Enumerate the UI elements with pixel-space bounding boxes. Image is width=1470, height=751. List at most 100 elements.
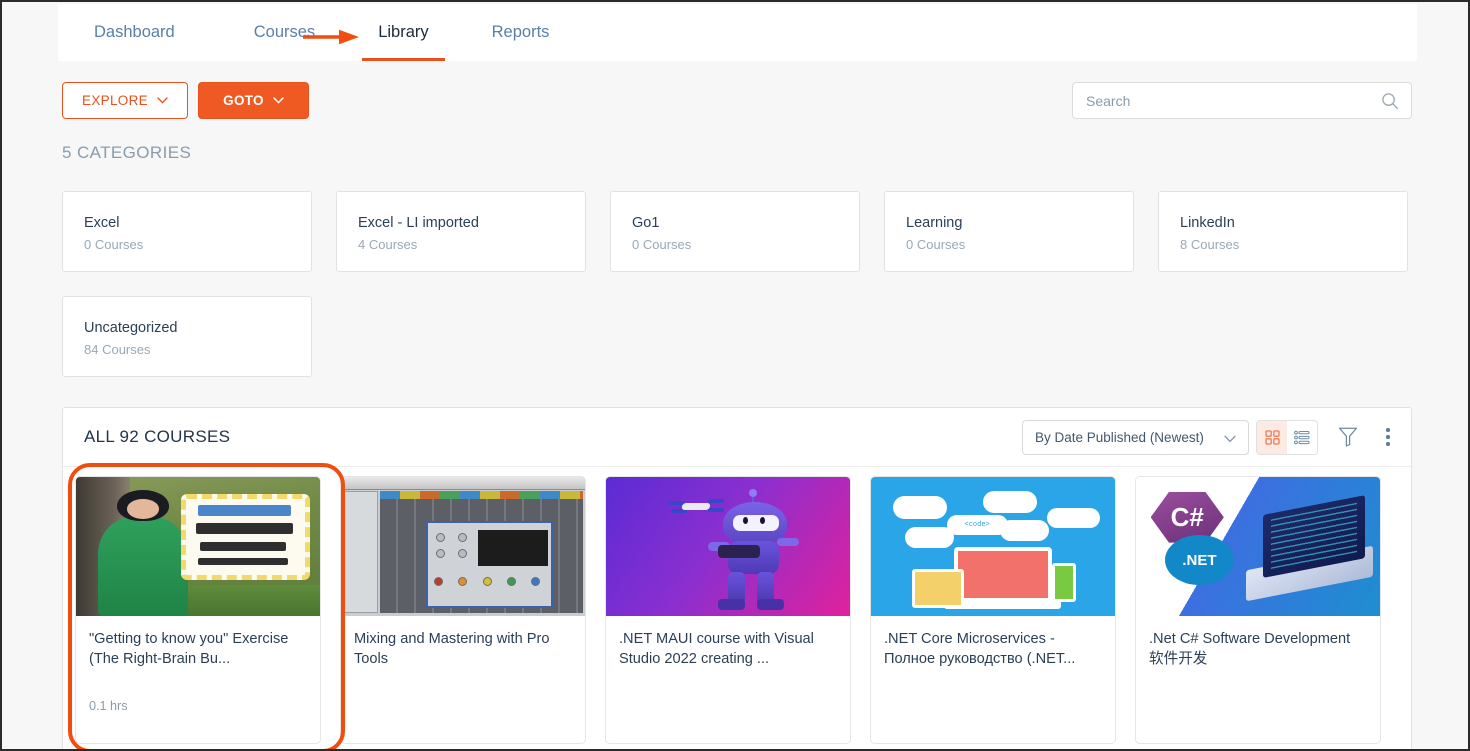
thumb-sign-line — [200, 542, 286, 551]
course-card[interactable]: Mixing and Mastering with Pro Tools — [340, 476, 586, 744]
category-name: LinkedIn — [1180, 215, 1235, 231]
thumb-knob — [458, 532, 468, 542]
courses-panel-header: ALL 92 COURSES By Date Published (Newest… — [63, 408, 1411, 467]
grid-view-icon — [1264, 430, 1280, 445]
category-count: 8 Courses — [1180, 237, 1240, 252]
explore-button[interactable]: EXPLORE — [62, 82, 188, 119]
thumb-color-strip — [380, 490, 583, 500]
library-toolbar: EXPLORE GOTO — [2, 61, 1468, 127]
thumb-robot-arm — [776, 538, 799, 547]
tab-courses[interactable]: Courses — [254, 4, 315, 61]
search-box — [1072, 82, 1412, 119]
course-card[interactable]: .NET MAUI course with Visual Studio 2022… — [605, 476, 851, 744]
thumb-laptop-screen — [953, 546, 1052, 603]
course-title: "Getting to know you" Exercise (The Righ… — [89, 631, 289, 667]
thumb-robot-foot — [718, 599, 746, 611]
category-count: 0 Courses — [84, 237, 144, 252]
thumb-dotnet-logo: .NET — [1165, 535, 1234, 586]
thumb-person-face — [127, 499, 159, 519]
category-card-linkedin[interactable]: LinkedIn 8 Courses — [1158, 191, 1408, 272]
categories-grid: Excel 0 Courses Excel - LI imported 4 Co… — [62, 191, 1412, 377]
course-card-body: .NET Core Microservices - Полное руковод… — [871, 616, 1115, 669]
goto-button-label: GOTO — [223, 93, 264, 108]
course-title: .NET Core Microservices - Полное руковод… — [884, 631, 1076, 667]
course-card-body: .NET MAUI course with Visual Studio 2022… — [606, 616, 850, 669]
thumb-phone — [1051, 563, 1076, 603]
category-count: 4 Courses — [358, 237, 418, 252]
course-card[interactable]: <code> .NET Core Microservices - Полное … — [870, 476, 1116, 744]
thumb-drone-rotor — [670, 509, 687, 514]
filter-funnel-icon[interactable] — [1338, 426, 1358, 447]
thumb-cloud — [892, 496, 947, 519]
chevron-down-icon — [1224, 435, 1236, 443]
course-title: Mixing and Mastering with Pro Tools — [354, 631, 550, 667]
course-duration: 0.1 hrs — [89, 699, 128, 713]
app-root: Dashboard Courses Library Reports EXPLOR… — [0, 0, 1470, 751]
sort-dropdown[interactable]: By Date Published (Newest) — [1022, 420, 1249, 455]
thumb-knob — [433, 577, 443, 587]
thumb-sign-line — [198, 557, 289, 565]
thumb-cloud — [1000, 520, 1050, 541]
kebab-menu-icon[interactable] — [1386, 428, 1390, 446]
top-navigation: Dashboard Courses Library Reports — [58, 4, 1417, 61]
category-name: Excel — [84, 215, 120, 231]
category-card-excel[interactable]: Excel 0 Courses — [62, 191, 312, 272]
list-view-button[interactable] — [1287, 421, 1317, 454]
courses-panel: ALL 92 COURSES By Date Published (Newest… — [62, 407, 1412, 749]
tab-dashboard-label: Dashboard — [94, 23, 175, 41]
course-thumbnail-dotnet-maui — [606, 477, 850, 616]
course-title: .Net C# Software Development 软件开发 — [1149, 631, 1351, 667]
search-icon[interactable] — [1381, 92, 1399, 110]
course-card[interactable]: C# .NET .Net C# Software Development 软件开… — [1135, 476, 1381, 744]
tab-courses-label: Courses — [253, 23, 316, 41]
thumb-robot-controller — [718, 545, 760, 558]
thumb-knob — [436, 532, 446, 542]
search-input[interactable] — [1086, 83, 1376, 118]
tab-library[interactable]: Library — [362, 4, 446, 61]
tab-reports-label: Reports — [491, 23, 550, 41]
thumb-knob — [482, 577, 492, 587]
thumb-cloud — [905, 527, 954, 548]
thumb-track-list — [343, 490, 378, 614]
course-thumbnail-dotnet-core-microservices: <code> — [871, 477, 1115, 616]
tab-library-label: Library — [378, 23, 429, 41]
category-name: Excel - LI imported — [358, 215, 479, 231]
category-card-uncategorized[interactable]: Uncategorized 84 Courses — [62, 296, 312, 377]
grid-view-button[interactable] — [1257, 421, 1287, 454]
category-count: 0 Courses — [906, 237, 966, 252]
course-card-body: Mixing and Mastering with Pro Tools — [341, 616, 585, 669]
courses-panel-title: ALL 92 COURSES — [84, 427, 231, 446]
course-card-body: "Getting to know you" Exercise (The Righ… — [76, 616, 320, 713]
thumb-robot-eye — [759, 517, 765, 525]
category-card-learning[interactable]: Learning 0 Courses — [884, 191, 1134, 272]
thumb-drone-rotor — [707, 507, 725, 512]
thumb-sign-line — [195, 522, 294, 534]
category-name: Go1 — [632, 215, 660, 231]
thumb-tablet — [912, 568, 964, 608]
category-count: 0 Courses — [632, 237, 692, 252]
kebab-dot — [1386, 442, 1390, 446]
thumb-drone-rotor — [707, 499, 725, 504]
chevron-down-icon — [157, 97, 168, 104]
course-thumbnail-csharp-dotnet: C# .NET — [1136, 477, 1380, 616]
course-card[interactable]: "Getting to know you" Exercise (The Righ… — [75, 476, 321, 744]
category-name: Uncategorized — [84, 320, 178, 336]
tab-reports[interactable]: Reports — [492, 4, 550, 61]
thumb-cloud — [1046, 507, 1101, 529]
thumb-code-badge: <code> — [946, 514, 1008, 536]
course-card-grid: "Getting to know you" Exercise (The Righ… — [75, 476, 1405, 744]
explore-button-label: EXPLORE — [82, 93, 148, 108]
goto-button[interactable]: GOTO — [198, 82, 309, 119]
chevron-down-icon — [273, 97, 284, 104]
tab-dashboard[interactable]: Dashboard — [94, 4, 175, 61]
thumb-robot-foot — [757, 599, 785, 611]
thumb-person-body — [97, 517, 189, 616]
category-count: 84 Courses — [84, 342, 151, 357]
course-thumbnail-pro-tools — [341, 477, 585, 616]
thumb-drone-body — [681, 503, 712, 510]
category-card-excel-li-imported[interactable]: Excel - LI imported 4 Courses — [336, 191, 586, 272]
kebab-dot — [1386, 428, 1390, 432]
thumb-robot-eye — [742, 517, 748, 525]
thumb-knob — [506, 577, 516, 587]
category-card-go1[interactable]: Go1 0 Courses — [610, 191, 860, 272]
